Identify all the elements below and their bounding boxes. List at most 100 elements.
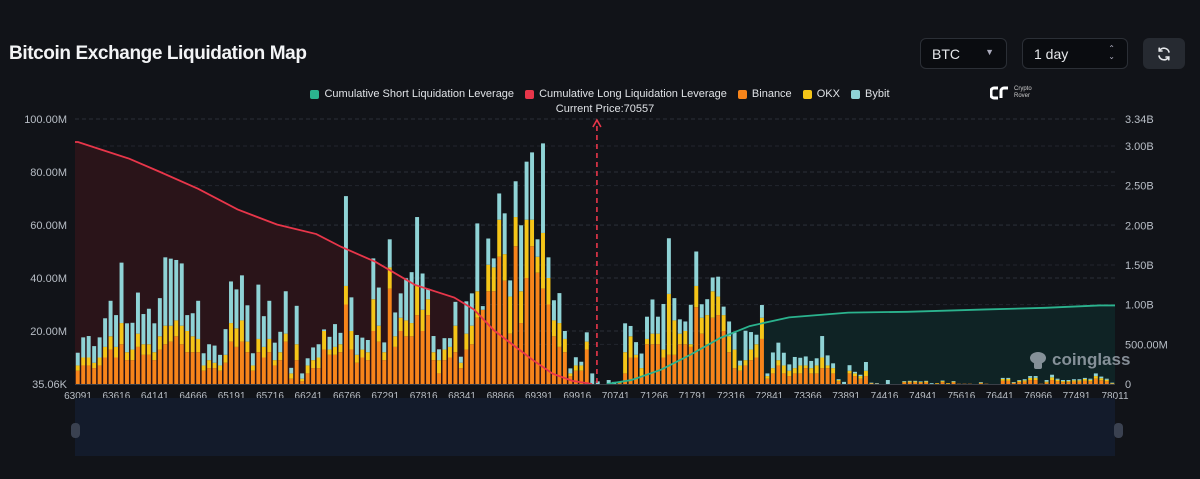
navigator-area[interactable] — [75, 398, 1115, 456]
bar-segment-okx — [765, 376, 770, 379]
bar-segment-binance — [431, 360, 436, 384]
bar-segment-okx — [1055, 379, 1060, 382]
bar-segment-okx — [792, 368, 797, 374]
bar-segment-bybit — [535, 239, 540, 257]
bar-segment-okx — [924, 381, 929, 383]
bar-segment-okx — [486, 264, 491, 292]
bar-segment-bybit — [283, 291, 288, 334]
bar-segment-okx — [513, 217, 518, 247]
bar-segment-bybit — [634, 342, 639, 355]
bar-segment-binance — [179, 344, 184, 384]
bar-segment-binance — [256, 352, 261, 384]
bar-segment-okx — [655, 333, 660, 345]
bar-segment-bybit — [196, 300, 201, 339]
bar-segment-binance — [267, 352, 272, 384]
bar-segment-bybit — [420, 273, 425, 310]
bar-segment-okx — [935, 383, 940, 384]
bar-segment-binance — [447, 357, 452, 384]
bar-segment-bybit — [223, 329, 228, 355]
bar-segment-okx — [1050, 377, 1055, 381]
bar-segment-binance — [382, 360, 387, 384]
bar-segment-okx — [371, 299, 376, 331]
bar-segment-bybit — [562, 331, 567, 339]
bar-segment-okx — [688, 344, 693, 347]
bar-segment-binance — [130, 360, 135, 384]
bar-segment-okx — [661, 349, 666, 358]
bar-segment-okx — [420, 309, 425, 331]
bar-segment-bybit — [1011, 382, 1016, 383]
bar-segment-bybit — [393, 312, 398, 337]
bar-segment-okx — [809, 368, 814, 374]
bar-segment-bybit — [333, 324, 337, 347]
bar-segment-binance — [141, 354, 146, 384]
bar-segment-bybit — [918, 381, 923, 382]
bar-segment-binance — [1082, 380, 1087, 384]
bar-segment-okx — [508, 296, 513, 334]
bar-segment-okx — [453, 325, 458, 353]
bar-segment-bybit — [1033, 376, 1038, 378]
bar-segment-binance — [119, 344, 124, 384]
bar-segment-okx — [360, 349, 365, 358]
bar-segment-okx — [442, 349, 447, 361]
bar-segment-binance — [469, 344, 474, 384]
bar-segment-binance — [541, 288, 545, 384]
bar-segment-bybit — [820, 336, 825, 358]
bar-segment-okx — [732, 349, 737, 369]
bar-segment-binance — [354, 362, 359, 384]
bar-segment-okx — [524, 219, 529, 278]
bar-segment-bybit — [699, 304, 704, 318]
bar-segment-binance — [108, 349, 113, 384]
y-left-tick-label: 60.00M — [30, 220, 67, 232]
bar-segment-okx — [1028, 377, 1033, 381]
bar-segment-bybit — [749, 332, 753, 350]
bar-segment-bybit — [519, 225, 524, 292]
bar-segment-okx — [152, 352, 157, 361]
bar-segment-okx — [469, 325, 474, 345]
bar-segment-binance — [371, 331, 376, 384]
bar-segment-okx — [1017, 380, 1022, 383]
bar-segment-bybit — [239, 275, 244, 321]
bar-segment-bybit — [573, 357, 578, 366]
bar-segment-bybit — [168, 258, 173, 326]
bar-segment-binance — [349, 349, 354, 384]
bar-segment-bybit — [108, 300, 113, 337]
bar-segment-binance — [831, 373, 836, 384]
bar-segment-bybit — [1093, 373, 1098, 377]
bar-segment-binance — [404, 336, 409, 384]
bar-segment-binance — [683, 344, 688, 384]
bar-segment-binance — [239, 341, 244, 384]
bar-segment-okx — [157, 336, 162, 350]
bar-segment-binance — [1017, 382, 1022, 384]
bar-segment-binance — [738, 370, 743, 384]
bar-segment-bybit — [502, 213, 507, 255]
bar-segment-okx — [634, 354, 639, 358]
bar-segment-binance — [163, 344, 168, 384]
bar-segment-bybit — [135, 292, 140, 334]
bar-segment-okx — [1082, 378, 1087, 381]
bar-segment-okx — [1077, 380, 1082, 382]
bar-segment-binance — [283, 341, 288, 384]
bar-segment-binance — [223, 362, 228, 384]
bar-segment-bybit — [267, 300, 272, 339]
bar-segment-binance — [1099, 380, 1104, 384]
bar-segment-binance — [300, 381, 305, 384]
bar-segment-okx — [1061, 381, 1065, 383]
bar-segment-bybit — [639, 353, 644, 369]
bar-segment-binance — [809, 373, 814, 384]
bar-segment-okx — [75, 365, 80, 371]
bar-segment-bybit — [349, 297, 354, 331]
bar-segment-binance — [759, 338, 764, 384]
bar-segment-okx — [803, 365, 808, 369]
bar-segment-bybit — [300, 373, 305, 379]
bar-segment-bybit — [628, 325, 633, 337]
bar-segment-bybit — [152, 323, 157, 353]
bar-segment-bybit — [97, 337, 102, 358]
bar-segment-binance — [776, 365, 781, 384]
navigator-right-handle[interactable] — [1114, 423, 1123, 438]
bar-segment-okx — [207, 360, 212, 369]
bar-segment-bybit — [924, 380, 929, 382]
bar-segment-bybit — [568, 368, 573, 374]
navigator-left-handle[interactable] — [71, 423, 80, 438]
bar-segment-binance — [1050, 380, 1055, 384]
bar-segment-bybit — [809, 360, 814, 369]
